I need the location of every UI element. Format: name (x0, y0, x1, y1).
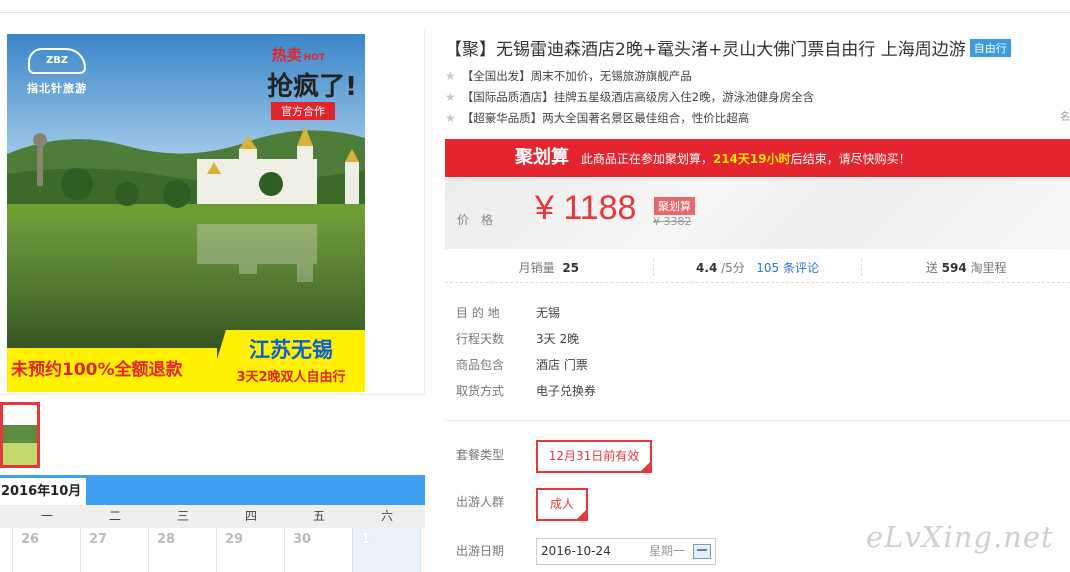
top-divider (0, 12, 1070, 13)
destination-title: 江苏无锡 (249, 338, 333, 362)
package-option[interactable]: 12月31日前有效 (536, 440, 652, 473)
calendar-day[interactable]: 26 (13, 528, 81, 572)
departure-calendar: 2016年10月 一 二 三 四 五 六 26 27 28 29 30 1 (0, 475, 425, 572)
juhuasuan-banner: 聚划算 此商品正在参加聚划算，214天19小时后结束，请尽快购买！ (445, 139, 1070, 177)
product-title: 【聚】无锡雷迪森酒店2晚+鼋头渚+灵山大佛门票自由行 上海周边游 自由行 (445, 35, 1011, 60)
star-icon: ★ (445, 69, 456, 83)
destination-subtitle: 3天2晚双人自由行 (236, 370, 346, 385)
promo-headline: 抢疯了! (267, 72, 357, 102)
monthly-sales: 月销量 25 (518, 261, 580, 275)
section-divider (445, 420, 1070, 421)
promo-tag: 官方合作 (271, 102, 335, 120)
watermark: eLvXing.net (866, 520, 1054, 554)
calendar-day[interactable]: 30 (285, 528, 353, 572)
car-logo-icon: ZBZ (28, 48, 86, 74)
calendar-month-tab[interactable]: 2016年10月 (0, 478, 86, 505)
juhuasuan-text: 此商品正在参加聚划算，214天19小时后结束，请尽快购买！ (580, 152, 911, 166)
calendar-icon[interactable] (693, 544, 711, 559)
feature-item: ★ 【全国出发】周末不加价，无锡旅游旗舰产品 (445, 69, 692, 83)
travel-date-label: 出游日期 (456, 544, 505, 558)
feature-more-toggle[interactable]: 名 (1060, 108, 1070, 123)
price-panel: 价格 ¥ 1188 聚划算 ¥ 3382 (445, 177, 1070, 249)
weekday-label: 一 (40, 509, 53, 523)
calendar-header: 2016年10月 (0, 475, 425, 505)
star-icon: ★ (445, 90, 456, 104)
weekday-label: 六 (380, 509, 393, 523)
brand-name: 指北针旅游 (27, 82, 87, 95)
date-value: 2016-10-24 (541, 544, 611, 558)
info-row: 目 的 地无锡 (456, 306, 561, 320)
feature-list: ★ 【全国出发】周末不加价，无锡旅游旗舰产品 ★ 【国际品质酒店】挂牌五星级酒店高级… (445, 66, 1070, 129)
calendar-days-row: 26 27 28 29 30 1 (0, 528, 425, 572)
weekday-label (0, 505, 13, 528)
main-product-image[interactable]: ZBZ 指北针旅游 热卖 HOT 抢疯了! 官方合作 未预约100%全额退款 江苏… (7, 34, 365, 392)
travel-date-input[interactable]: 2016-10-24 星期一 (536, 538, 716, 565)
calendar-weekdays: 一 二 三 四 五 六 (0, 505, 425, 528)
feature-item: ★ 【国际品质酒店】挂牌五星级酒店高级房入住2晚，游泳池健身房全含 (445, 90, 815, 104)
product-type-badge: 自由行 (969, 39, 1011, 57)
juhuasuan-logo: 聚划算 (515, 147, 569, 168)
info-row: 商品包含 酒店 门票 (456, 358, 588, 372)
promo-hot-label: 热卖 HOT (271, 46, 325, 64)
main-image-box: ZBZ 指北针旅游 热卖 HOT 抢疯了! 官方合作 未预约100%全额退款 江苏… (0, 30, 425, 395)
original-price: ¥ 3382 (653, 215, 692, 228)
weekday-label: 五 (312, 509, 325, 523)
reviews-link[interactable]: 105 条评论 (756, 261, 819, 275)
traveler-group-label: 出游人群 (456, 495, 505, 509)
calendar-day[interactable]: 1 (353, 528, 421, 572)
price-label: 价格 (457, 213, 506, 227)
calendar-day[interactable]: 27 (81, 528, 149, 572)
mileage-points: 送 594 淘里程 (861, 259, 1070, 276)
weekday-label: 二 (108, 509, 121, 523)
info-row: 取货方式 电子兑换券 (456, 384, 597, 398)
weekday-label: 四 (244, 509, 257, 523)
brand-logo: ZBZ 指北针旅游 (17, 48, 97, 96)
countdown: 214天19小时 (712, 152, 791, 166)
refund-banner: 未预约100%全额退款 (7, 348, 217, 392)
stats-bar: 月销量 25 4.4 /5分 105 条评论 送 594 淘里程 (445, 253, 1070, 283)
star-icon: ★ (445, 111, 456, 125)
package-type-label: 套餐类型 (456, 448, 505, 462)
product-info: 目 的 地无锡 行程天数 3天 2晚 商品包含 酒店 门票 取货方式 电子兑换券 (456, 300, 596, 404)
gallery-thumbnail[interactable] (0, 402, 40, 468)
calendar-day (0, 528, 13, 572)
calendar-day[interactable]: 28 (149, 528, 217, 572)
date-weekday: 星期一 (648, 544, 685, 558)
rating-summary: 4.4 /5分 105 条评论 (652, 259, 862, 276)
price-value: ¥ 1188 (535, 189, 637, 227)
weekday-label: 三 (176, 509, 189, 523)
feature-item: ★ 【超豪华品质】两大全国著名景区最佳组合，性价比超高 (445, 111, 750, 125)
destination-banner: 江苏无锡 3天2晚双人自由行 (207, 330, 365, 392)
traveler-group-option[interactable]: 成人 (536, 488, 588, 521)
product-title-text: 【聚】无锡雷迪森酒店2晚+鼋头渚+灵山大佛门票自由行 上海周边游 (445, 40, 966, 60)
info-row: 行程天数 3天 2晚 (456, 332, 580, 346)
price-tag-badge: 聚划算 (654, 197, 695, 215)
calendar-day[interactable]: 29 (217, 528, 285, 572)
